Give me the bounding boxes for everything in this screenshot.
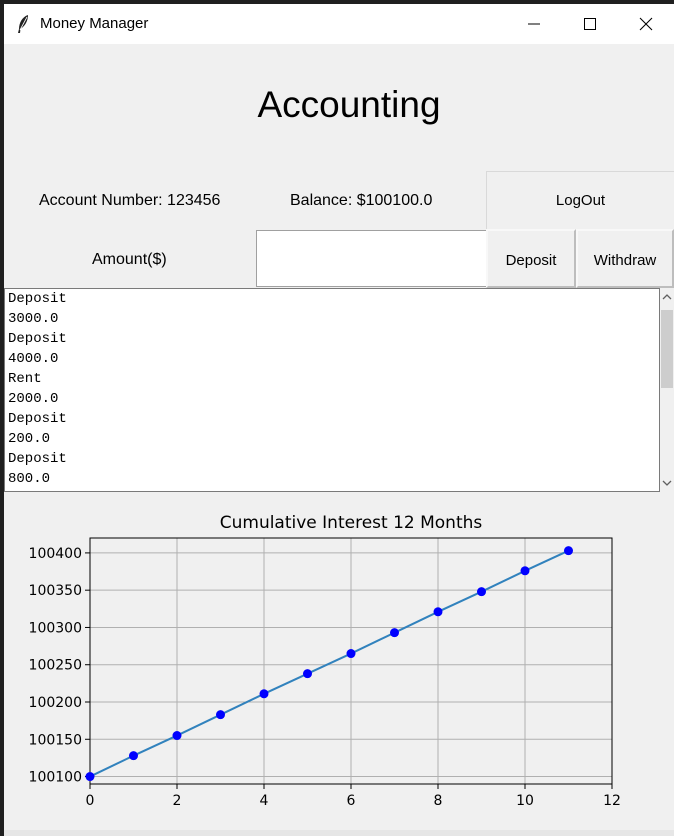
y-tick-label: 100400	[29, 546, 82, 562]
app-window: Money Manager Accounting Account Number:…	[4, 4, 674, 836]
scroll-thumb[interactable]	[661, 310, 673, 388]
x-tick-label: 10	[516, 793, 534, 809]
title-bar: Money Manager	[4, 4, 674, 44]
y-tick-label: 100300	[29, 620, 82, 636]
transaction-line: 2000.0	[8, 391, 59, 407]
x-tick-label: 6	[347, 793, 356, 809]
logout-button[interactable]: LogOut	[486, 171, 674, 229]
x-tick-label: 8	[434, 793, 443, 809]
chart-title: Cumulative Interest 12 Months	[220, 513, 483, 533]
transaction-line: 4000.0	[8, 351, 59, 367]
data-point	[564, 546, 573, 556]
transaction-log[interactable]: Deposit 3000.0 Deposit 4000.0 Rent 2000.0 Depo…	[4, 288, 660, 492]
data-point	[477, 587, 486, 597]
y-tick-label: 100100	[29, 770, 82, 786]
data-point	[303, 669, 312, 679]
maximize-icon	[584, 18, 596, 30]
amount-input[interactable]	[256, 230, 486, 287]
data-point	[520, 566, 530, 576]
data-point	[129, 751, 138, 761]
deposit-button[interactable]: Deposit	[486, 229, 576, 288]
data-point	[259, 689, 269, 699]
withdraw-button[interactable]: Withdraw	[576, 229, 674, 288]
transaction-line: Deposit	[8, 451, 67, 467]
amount-label: Amount($)	[92, 251, 167, 268]
data-point	[390, 628, 399, 638]
x-tick-label: 0	[86, 793, 95, 809]
minimize-icon	[528, 23, 540, 25]
x-tick-label: 12	[603, 793, 621, 809]
chevron-up-icon	[662, 294, 672, 300]
transaction-line: Deposit	[8, 411, 67, 427]
series-line	[89, 549, 569, 778]
minimize-button[interactable]	[506, 4, 562, 44]
transaction-line: 800.0	[8, 471, 51, 487]
y-tick-label: 100250	[29, 658, 82, 674]
x-tick-label: 4	[260, 793, 269, 809]
scroll-down-button[interactable]	[660, 474, 674, 492]
chevron-down-icon	[662, 480, 672, 486]
feather-icon	[16, 14, 30, 39]
transaction-line: 3000.0	[8, 311, 59, 327]
transaction-line: Deposit	[8, 291, 67, 307]
y-tick-label: 100150	[29, 732, 82, 748]
transaction-line: Deposit	[8, 331, 67, 347]
scroll-up-button[interactable]	[660, 288, 674, 306]
x-tick-label: 2	[173, 793, 182, 809]
transaction-line: Rent	[8, 371, 42, 387]
interest-chart: Cumulative Interest 12 Months 0 2 4 6 8 10 12 10…	[29, 513, 621, 809]
window-title: Money Manager	[40, 15, 149, 32]
close-icon	[639, 17, 653, 31]
data-point	[85, 772, 95, 782]
maximize-button[interactable]	[562, 4, 618, 44]
transaction-line: 200.0	[8, 431, 51, 447]
data-point	[216, 710, 225, 720]
data-point	[433, 607, 443, 617]
data-point	[346, 649, 356, 659]
page-title: Accounting	[257, 84, 441, 125]
y-tick-label: 100200	[29, 695, 82, 711]
account-number-label: Account Number: 123456	[39, 192, 221, 209]
y-tick-label: 100350	[29, 583, 82, 599]
close-button[interactable]	[618, 4, 674, 44]
balance-label: Balance: $100100.0	[290, 192, 433, 209]
data-point	[172, 731, 182, 741]
scrollbar[interactable]	[660, 288, 674, 492]
window-bottom-edge	[4, 830, 674, 836]
